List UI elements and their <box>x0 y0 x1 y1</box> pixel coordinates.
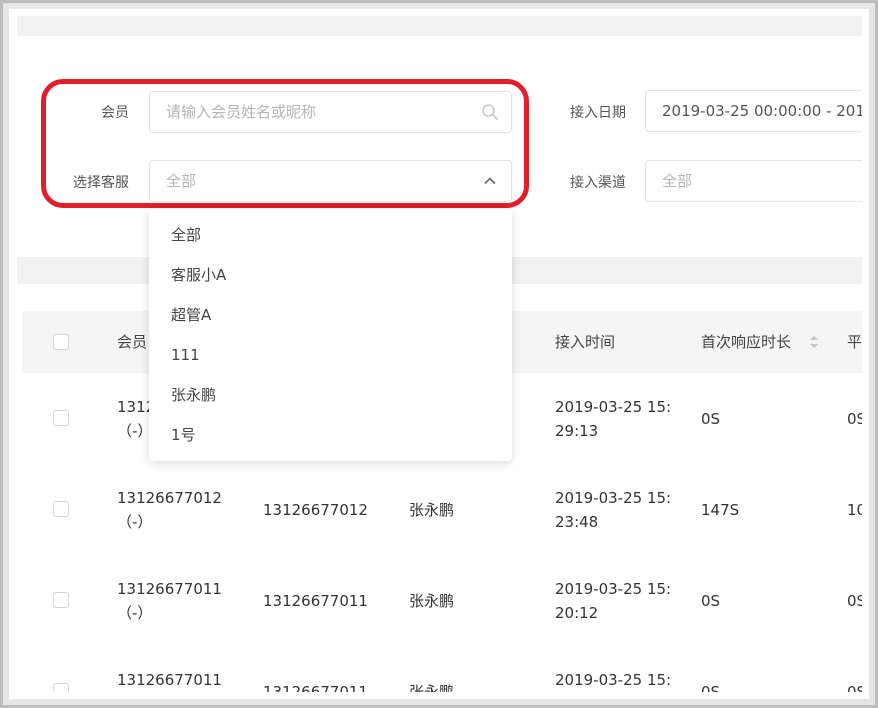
row-checkbox[interactable] <box>53 683 69 692</box>
top-strip <box>17 16 862 36</box>
avg-cell: 10 <box>847 501 862 519</box>
highlight-annotation <box>41 79 529 208</box>
access-time-cell: 2019-03-25 15: 29:13 <box>555 395 671 443</box>
table-row: 13126677011 13126677011 张永鹏 2019-03-25 1… <box>22 646 862 692</box>
avg-cell: 0S <box>847 683 862 692</box>
member-cell: 13126677011 <box>117 668 222 692</box>
table-row: 13126677011 （-） 13126677011 张永鹏 2019-03-… <box>22 555 862 647</box>
access-time-clock: 23:48 <box>555 513 599 531</box>
dropdown-option[interactable]: 超管A <box>149 295 512 335</box>
dropdown-option[interactable]: 张永鹏 <box>149 375 512 415</box>
date-range-value: 2019-03-25 00:00:00 - 2019 <box>662 102 862 120</box>
first-response-cell: 147S <box>701 501 740 519</box>
access-time-date: 2019-03-25 15: <box>555 398 672 416</box>
select-all-checkbox[interactable] <box>53 334 69 350</box>
first-response-cell: 0S <box>701 410 721 428</box>
row-checkbox[interactable] <box>53 592 69 608</box>
avg-cell: 0S <box>847 410 862 428</box>
th-access-time: 接入时间 <box>555 333 616 351</box>
th-member: 会员 <box>117 333 148 351</box>
member-cell: 13126677012 （-） <box>117 486 222 534</box>
dropdown-option[interactable]: 111 <box>149 335 512 375</box>
channel-label: 接入渠道 <box>570 175 626 191</box>
agent-cell: 张永鹏 <box>409 501 455 519</box>
access-time-cell: 2019-03-25 15: <box>555 668 671 692</box>
sort-icon[interactable] <box>809 335 819 349</box>
phone-cell: 13126677011 <box>263 592 368 610</box>
phone-cell: 13126677011 <box>263 683 368 692</box>
first-response-cell: 0S <box>701 683 721 692</box>
access-time-date: 2019-03-25 15: <box>555 671 672 689</box>
access-time-date: 2019-03-25 15: <box>555 489 672 507</box>
channel-select-value: 全部 <box>662 172 693 190</box>
row-checkbox[interactable] <box>53 501 69 517</box>
first-response-cell: 0S <box>701 592 721 610</box>
date-label: 接入日期 <box>570 105 626 121</box>
access-time-cell: 2019-03-25 15: 20:12 <box>555 577 671 625</box>
channel-select[interactable]: 全部 <box>645 160 862 202</box>
th-first-response[interactable]: 首次响应时长 <box>701 311 791 373</box>
member-name: 13126677011 <box>117 580 222 598</box>
member-name: 13126677011 <box>117 671 222 689</box>
agent-cell: 张永鹏 <box>409 683 455 692</box>
service-dropdown-menu: 全部 客服小A 超管A 111 张永鹏 1号 <box>149 209 512 461</box>
avg-cell: 0S <box>847 592 862 610</box>
access-time-cell: 2019-03-25 15: 23:48 <box>555 486 671 534</box>
member-name: 13126677012 <box>117 489 222 507</box>
access-time-date: 2019-03-25 15: <box>555 580 672 598</box>
agent-cell: 张永鹏 <box>409 592 455 610</box>
member-cell: 13126677011 （-） <box>117 577 222 625</box>
dropdown-option-all[interactable]: 全部 <box>149 215 512 255</box>
date-range-input[interactable]: 2019-03-25 00:00:00 - 2019 <box>645 90 862 132</box>
row-checkbox[interactable] <box>53 410 69 426</box>
access-time-clock: 20:12 <box>555 604 599 622</box>
member-nickname: （-） <box>117 513 153 531</box>
dropdown-option[interactable]: 1号 <box>149 415 512 455</box>
access-time-clock: 29:13 <box>555 422 599 440</box>
dropdown-option[interactable]: 客服小A <box>149 255 512 295</box>
table-row: 13126677012 （-） 13126677012 张永鹏 2019-03-… <box>22 464 862 556</box>
page-viewport: 会员 请输入会员姓名或昵称 选择客服 全部 接入日期 2019-03-25 00… <box>17 16 862 692</box>
th-avg: 平 <box>847 333 862 351</box>
phone-cell: 13126677012 <box>263 501 368 519</box>
member-nickname: （-） <box>117 604 153 622</box>
